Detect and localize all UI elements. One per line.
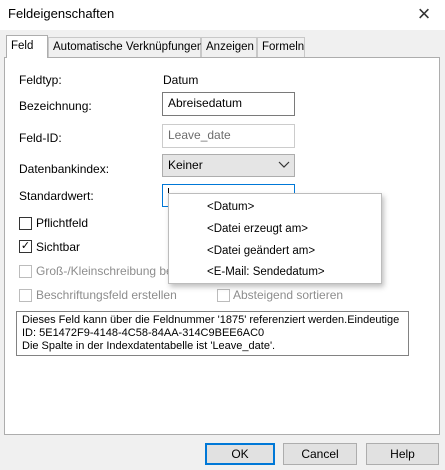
gross-klein-checkbox[interactable] — [19, 265, 32, 278]
pflichtfeld-checkbox[interactable] — [19, 217, 32, 230]
default-value-popup: <Datum> <Datei erzeugt am> <Datei geände… — [168, 193, 382, 284]
absteigend-label: Absteigend sortieren — [233, 288, 344, 302]
pflichtfeld-label: Pflichtfeld — [36, 216, 89, 230]
bezeichnung-label: Bezeichnung: — [19, 99, 92, 113]
beschriftung-checkbox[interactable] — [19, 289, 32, 302]
popup-item-datei-erzeugt[interactable]: <Datei erzeugt am> — [207, 223, 308, 235]
popup-item-datum[interactable]: <Datum> — [207, 201, 254, 213]
feldid-input[interactable]: Leave_date — [162, 124, 295, 148]
close-icon[interactable]: × — [409, 0, 439, 28]
tab-formeln[interactable]: Formeln — [257, 37, 305, 57]
checkmark-icon: ✓ — [20, 240, 31, 252]
sichtbar-checkbox[interactable]: ✓ — [19, 240, 32, 253]
standardwert-label: Standardwert: — [19, 189, 94, 203]
datenbankindex-value: Keiner — [168, 158, 203, 172]
popup-item-email-sendedatum[interactable]: <E-Mail: Sendedatum> — [207, 266, 325, 278]
info-box: Dieses Feld kann über die Feldnummer '18… — [16, 311, 409, 356]
info-line-1: Dieses Feld kann über die Feldnummer '18… — [22, 314, 400, 326]
datenbankindex-select[interactable]: Keiner — [162, 154, 295, 177]
bezeichnung-input[interactable]: Abreisedatum — [162, 92, 295, 116]
info-line-3: Die Spalte in der Indexdatentabelle ist … — [22, 340, 276, 352]
tab-automatische-verknuepfungen[interactable]: Automatische Verknüpfungen — [48, 37, 203, 57]
tab-feld[interactable]: Feld — [6, 35, 48, 58]
help-button[interactable]: Help — [366, 443, 439, 465]
beschriftung-label: Beschriftungsfeld erstellen — [36, 288, 177, 302]
feldid-label: Feld-ID: — [19, 131, 62, 145]
cancel-button[interactable]: Cancel — [283, 443, 357, 465]
absteigend-checkbox[interactable] — [217, 289, 230, 302]
ok-button[interactable]: OK — [205, 443, 275, 465]
feldtyp-label: Feldtyp: — [19, 73, 62, 87]
info-line-2: ID: 5E1472F9-4148-4C58-84AA-314C9BEE6AC0 — [22, 327, 265, 339]
popup-item-datei-geaendert[interactable]: <Datei geändert am> — [207, 245, 315, 257]
sichtbar-label: Sichtbar — [36, 240, 81, 254]
datenbankindex-label: Datenbankindex: — [19, 162, 110, 176]
window-title: Feldeigenschaften — [8, 6, 115, 21]
feldtyp-value: Datum — [163, 73, 199, 87]
chevron-down-icon — [278, 157, 290, 174]
tab-anzeigen[interactable]: Anzeigen — [201, 37, 257, 57]
gross-klein-label: Groß-/Kleinschreibung beach — [36, 264, 168, 278]
